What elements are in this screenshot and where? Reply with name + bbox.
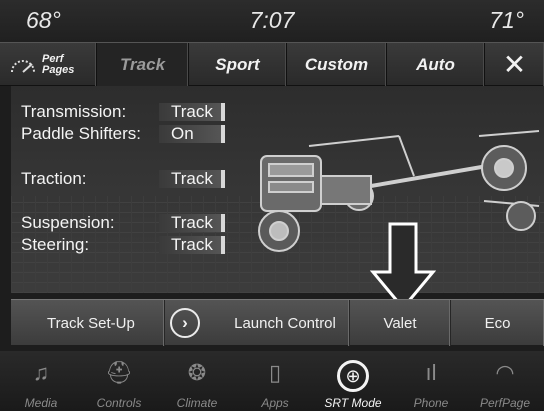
valet-button[interactable]: Valet [350,300,451,346]
track-mode-panel: Transmission: Track Paddle Shifters: On … [11,86,544,293]
setting-label-traction: Traction: [21,169,87,188]
launch-control-button[interactable]: Launch Control [221,300,350,346]
dock-label: PerfPage [479,396,531,410]
dock-item-srt-mode[interactable]: ⊕ SRT Mode [314,351,392,411]
setting-value-steering[interactable]: Track [159,236,225,254]
dock-label: Climate [176,396,218,410]
setting-value-transmission[interactable]: Track [159,103,225,121]
setting-value-paddle-shifters[interactable]: On [159,125,225,143]
apps-icon: ▯ [268,360,282,385]
passenger-temperature[interactable]: 71° [489,7,524,34]
perf-label-line1: Perf [42,52,64,65]
dock-label: SRT Mode [324,396,382,410]
mode-tab-bar: Perf Pages Track Sport Custom Auto ✕ [0,42,544,86]
perf-pages-label: Perf Pages [42,52,82,76]
tab-custom[interactable]: Custom [287,43,387,86]
track-setup-button[interactable]: Track Set-Up [11,300,165,346]
setting-label-transmission: Transmission: [21,102,127,121]
climate-icon: ❂ [187,360,207,385]
steering-wheel-icon: ⊕ [314,360,392,392]
setting-value-traction[interactable]: Track [159,170,225,188]
dock-item-phone[interactable]: ıl Phone [392,351,470,411]
tab-perf-pages[interactable]: Perf Pages [0,43,97,86]
dock-item-media[interactable]: ♫ Media [2,351,80,411]
tab-sport[interactable]: Sport [189,43,287,86]
dock-item-apps[interactable]: ▯ Apps [236,351,314,411]
tab-auto[interactable]: Auto [387,43,485,86]
eco-button[interactable]: Eco [451,300,544,346]
tab-track[interactable]: Track [97,43,189,86]
action-bar: Track Set-Up › Launch Control Valet Eco [11,299,544,346]
dock-item-climate[interactable]: ❂ Climate [158,351,236,411]
dock-item-perfpage[interactable]: ◠ PerfPage [466,351,544,411]
dock-label: Controls [96,396,142,410]
clock: 7:07 [249,7,295,33]
dock-label: Apps [261,396,289,410]
chevron-right-icon[interactable]: › [170,308,200,338]
dock-label: Phone [413,396,449,410]
dock-label: Media [24,396,58,410]
steering-wheel-glyph: ⊕ [337,360,369,392]
dock-item-controls[interactable]: ⛑ Controls [80,351,158,411]
seat-icon: ⛑ [105,360,133,385]
status-bar: 68° 7:07 71° [0,0,544,42]
setting-label-steering: Steering: [21,235,90,254]
speedometer-icon [11,59,35,73]
phone-signal-icon: ıl [425,360,437,385]
bottom-dock: ♫ Media ⛑ Controls ❂ Climate ▯ Apps ⊕ SR… [0,351,544,411]
music-note-icon: ♫ [32,360,50,385]
close-button[interactable]: ✕ [485,43,544,86]
gauge-icon: ◠ [495,360,515,385]
setting-label-suspension: Suspension: [21,213,115,232]
perf-label-line2: Pages [42,63,75,76]
setting-label-paddle-shifters: Paddle Shifters: [21,124,142,143]
setting-value-suspension[interactable]: Track [159,214,225,232]
